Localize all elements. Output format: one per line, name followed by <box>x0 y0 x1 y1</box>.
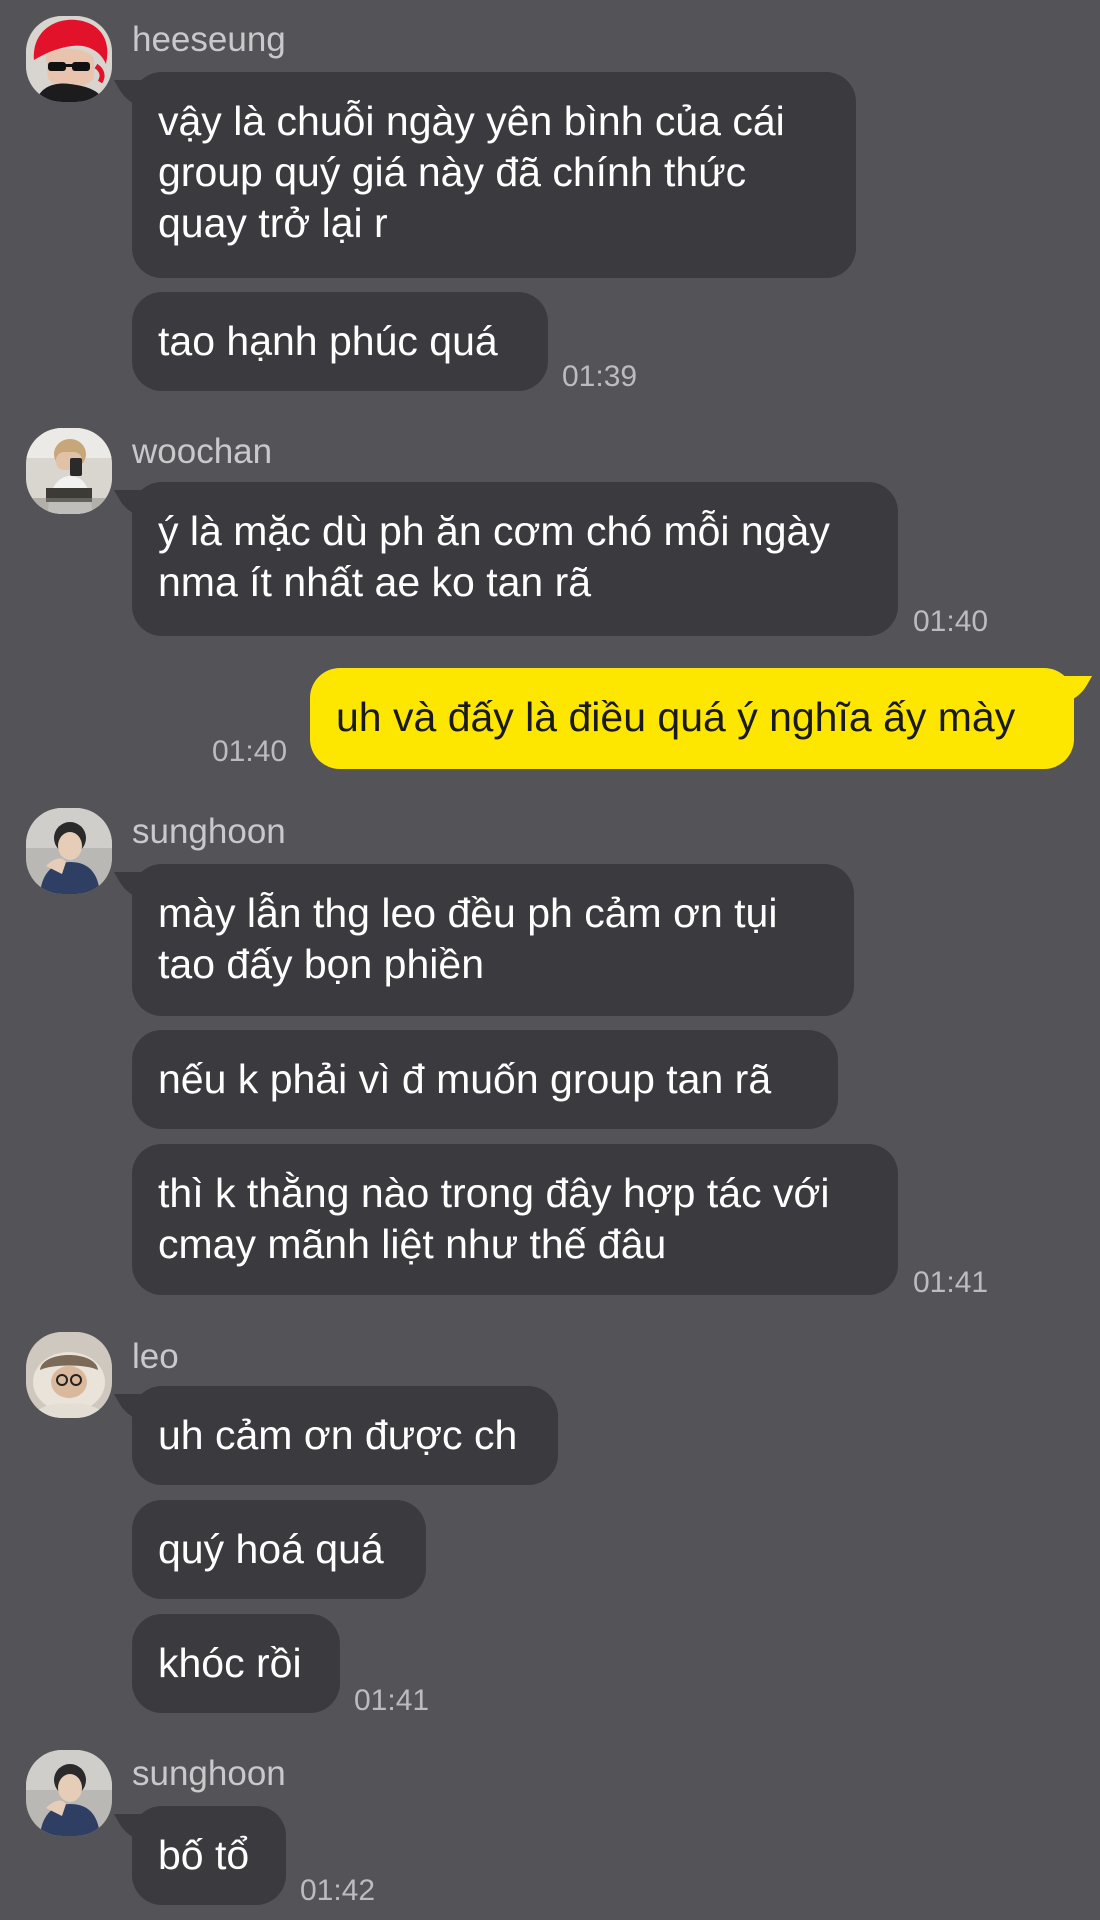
message-timestamp: 01:40 <box>913 605 989 638</box>
message-line: tao hạnh phúc quá <box>158 318 498 364</box>
message-bubble[interactable]: quý hoá quá <box>132 1500 426 1599</box>
mirror-selfie-avatar-icon <box>26 428 112 514</box>
message-timestamp: 01:41 <box>354 1684 430 1717</box>
message-line: ý là mặc dù ph ăn cơm chó mỗi ngày <box>158 508 830 554</box>
message-bubble[interactable]: khóc rồi <box>132 1614 340 1713</box>
message-timestamp: 01:42 <box>300 1874 376 1907</box>
message-line: khóc rồi <box>158 1640 302 1686</box>
message-line: vậy là chuỗi ngày yên bình của cái <box>158 98 785 144</box>
message-line: nma ít nhất ae ko tan rã <box>158 559 592 605</box>
message-line: uh cảm ơn được ch <box>158 1412 518 1458</box>
sender-name: sunghoon <box>132 812 286 851</box>
message-bubble[interactable]: nếu k phải vì đ muốn group tan rã <box>132 1030 838 1129</box>
bucket-hat-avatar-icon <box>26 1332 112 1418</box>
message-bubble[interactable]: thì k thằng nào trong đây hợp tác với cm… <box>132 1144 898 1295</box>
portrait-avatar-icon <box>26 1750 112 1836</box>
message-line: nếu k phải vì đ muốn group tan rã <box>158 1056 772 1102</box>
sunghoon-avatar[interactable] <box>26 808 112 894</box>
message-bubble[interactable]: bố tổ <box>132 1806 286 1905</box>
portrait-avatar-icon <box>26 808 112 894</box>
woochan-avatar[interactable] <box>26 428 112 514</box>
sender-name: heeseung <box>132 20 286 59</box>
message-timestamp: 01:40 <box>212 735 288 768</box>
message-bubble[interactable]: uh cảm ơn được ch <box>132 1386 558 1485</box>
message-bubble[interactable]: vậy là chuỗi ngày yên bình của cái group… <box>132 72 856 278</box>
message-line: tao đấy bọn phiền <box>158 941 484 987</box>
message-line: thì k thằng nào trong đây hợp tác với <box>158 1170 830 1216</box>
message-timestamp: 01:41 <box>913 1266 989 1299</box>
sender-name: woochan <box>132 432 273 471</box>
message-line: quý hoá quá <box>158 1526 384 1572</box>
message-line: mày lẫn thg leo đều ph cảm ơn tụi <box>158 890 778 936</box>
sunghoon-avatar[interactable] <box>26 1750 112 1836</box>
message-bubble[interactable]: ý là mặc dù ph ăn cơm chó mỗi ngày nma í… <box>132 482 898 636</box>
message-line: uh và đấy là điều quá ý nghĩa ấy mày <box>336 694 1016 740</box>
message-bubble[interactable]: mày lẫn thg leo đều ph cảm ơn tụi tao đấ… <box>132 864 854 1016</box>
outgoing-message-bubble[interactable]: uh và đấy là điều quá ý nghĩa ấy mày <box>310 668 1074 769</box>
sender-name: sunghoon <box>132 1754 286 1793</box>
red-hair-avatar-icon <box>26 16 112 102</box>
message-bubble[interactable]: tao hạnh phúc quá <box>132 292 548 391</box>
message-line: cmay mãnh liệt như thế đâu <box>158 1221 667 1267</box>
leo-avatar[interactable] <box>26 1332 112 1418</box>
heeseung-avatar[interactable] <box>26 16 112 102</box>
sender-name: leo <box>132 1337 179 1376</box>
message-line: quay trở lại r <box>158 200 388 246</box>
message-timestamp: 01:39 <box>562 360 638 393</box>
message-line: group quý giá này đã chính thức <box>158 149 747 195</box>
message-line: bố tổ <box>158 1832 250 1878</box>
